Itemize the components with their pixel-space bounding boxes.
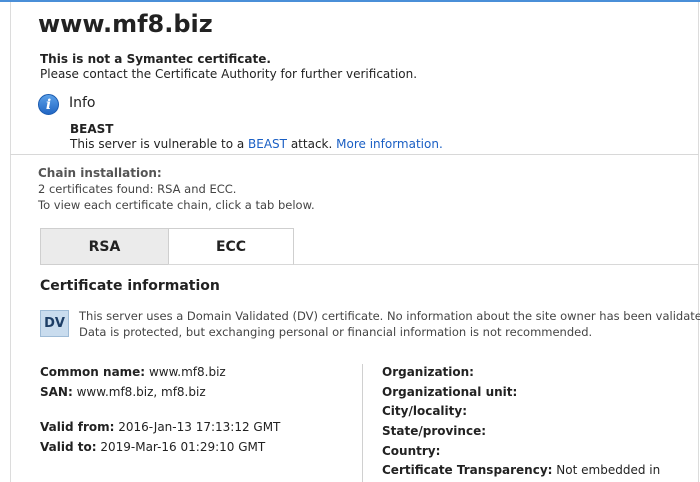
info-title: Info (69, 95, 96, 111)
beast-link[interactable]: BEAST (248, 137, 287, 151)
org-unit-label: Organizational unit: (382, 385, 518, 399)
organization-field: Organization: (382, 365, 474, 379)
beast-text-prefix: This server is vulnerable to a (70, 137, 249, 151)
chain-instructions: To view each certificate chain, click a … (38, 198, 315, 212)
chain-title: Chain installation: (38, 166, 162, 180)
ct-label: Certificate Transparency: (382, 463, 553, 477)
top-accent-bar (0, 0, 700, 2)
valid-to-label: Valid to: (40, 440, 97, 454)
common-name-label: Common name: (40, 365, 146, 379)
valid-to-field: Valid to: 2019-Mar-16 01:29:10 GMT (40, 440, 265, 454)
section-divider (10, 154, 699, 155)
beast-title: BEAST (70, 122, 114, 136)
org-unit-field: Organizational unit: (382, 385, 517, 399)
column-divider (362, 364, 363, 482)
right-border (698, 2, 699, 482)
common-name-field: Common name: www.mf8.biz (40, 365, 226, 379)
city-field: City/locality: (382, 404, 467, 418)
info-icon: i (38, 94, 59, 115)
state-label: State/province: (382, 424, 487, 438)
state-field: State/province: (382, 424, 486, 438)
san-value: www.mf8.biz, mf8.biz (76, 385, 206, 399)
certificate-info-title: Certificate information (40, 278, 220, 294)
warning-message: Please contact the Certificate Authority… (40, 67, 418, 81)
warning-heading: This is not a Symantec certificate. (40, 52, 271, 66)
ct-value: Not embedded in (556, 463, 661, 477)
tab-rsa[interactable]: RSA (40, 228, 169, 265)
valid-to-value: 2019-Mar-16 01:29:10 GMT (100, 440, 266, 454)
ct-field: Certificate Transparency: Not embedded i… (382, 463, 660, 477)
chain-count: 2 certificates found: RSA and ECC. (38, 182, 237, 196)
valid-from-field: Valid from: 2016-Jan-13 17:13:12 GMT (40, 420, 280, 434)
more-information-link[interactable]: More information. (336, 137, 443, 151)
dv-description-line1: This server uses a Domain Validated (DV)… (79, 309, 700, 323)
valid-from-value: 2016-Jan-13 17:13:12 GMT (118, 420, 281, 434)
tab-ecc[interactable]: ECC (168, 228, 294, 265)
dv-description-line2: Data is protected, but exchanging person… (79, 325, 593, 339)
country-label: Country: (382, 444, 441, 458)
beast-text-suffix: attack. (287, 137, 337, 151)
beast-message: This server is vulnerable to a BEAST att… (70, 137, 443, 151)
valid-from-label: Valid from: (40, 420, 115, 434)
left-border (10, 2, 11, 482)
organization-label: Organization: (382, 365, 474, 379)
city-label: City/locality: (382, 404, 468, 418)
country-field: Country: (382, 444, 440, 458)
san-field: SAN: www.mf8.biz, mf8.biz (40, 385, 206, 399)
page-title: www.mf8.biz (38, 10, 213, 38)
common-name-value: www.mf8.biz (148, 365, 226, 379)
san-label: SAN: (40, 385, 73, 399)
dv-badge: DV (40, 310, 69, 337)
